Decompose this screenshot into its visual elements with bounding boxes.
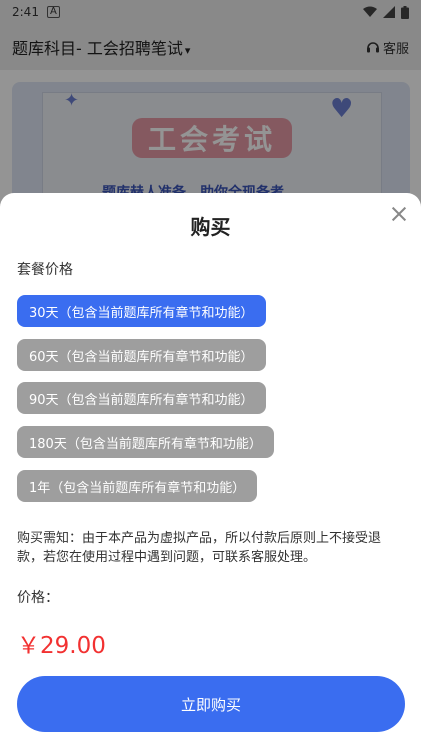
price-label: 价格： xyxy=(17,590,59,606)
price-value: ￥29.00 xyxy=(17,633,106,659)
sheet-title: 购买 xyxy=(190,215,231,239)
purchase-notice: 购买需知：由于本产品为虚拟产品，所以付款后原则上不接受退款，若您在使用过程中遇到… xyxy=(17,531,382,565)
plan-section-label: 套餐价格 xyxy=(17,262,73,278)
plan-option-60-days[interactable]: 60天（包含当前题库所有章节和功能） xyxy=(17,339,266,371)
plan-option-1-year[interactable]: 1年（包含当前题库所有章节和功能） xyxy=(17,470,258,502)
plan-option-180-days[interactable]: 180天（包含当前题库所有章节和功能） xyxy=(17,426,274,458)
plan-option-90-days[interactable]: 90天（包含当前题库所有章节和功能） xyxy=(17,382,266,414)
plan-option-30-days[interactable]: 30天（包含当前题库所有章节和功能） xyxy=(17,295,266,327)
close-icon[interactable] xyxy=(389,205,409,225)
buy-now-button[interactable]: 立即购买 xyxy=(17,676,405,732)
purchase-sheet: 购买 套餐价格 30天（包含当前题库所有章节和功能） 60天（包含当前题库所有章… xyxy=(0,193,421,748)
